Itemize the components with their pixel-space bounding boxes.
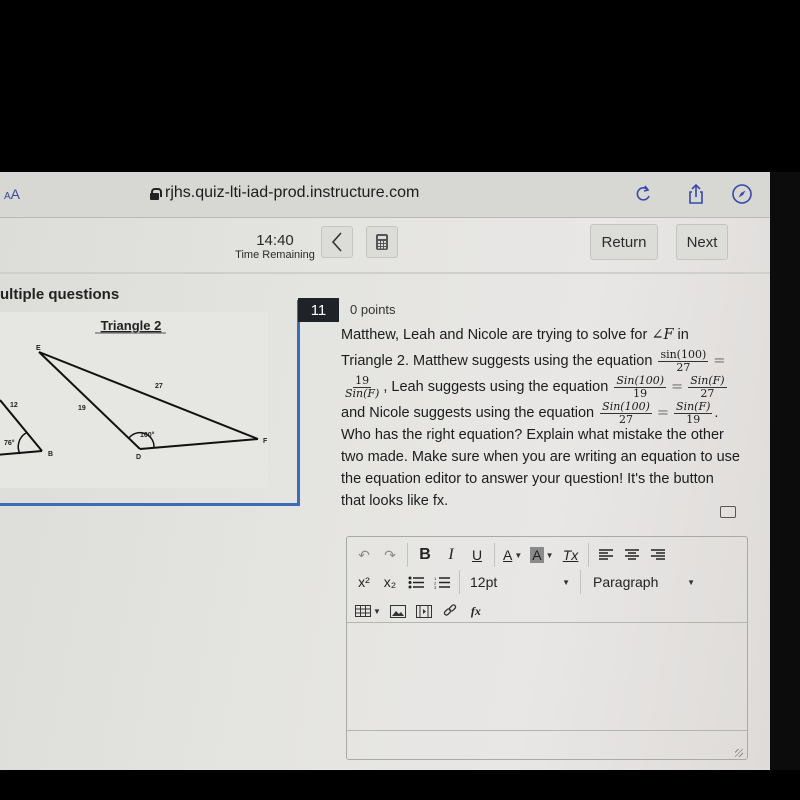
- subscript-button[interactable]: x₂: [377, 570, 403, 594]
- chevron-down-icon: ▼: [514, 550, 523, 560]
- toolbar-separator: [407, 543, 408, 567]
- calculator-button[interactable]: [366, 226, 398, 258]
- browser-bar: AAAA rjhs.quiz-lti-iad-prod.instructure.…: [0, 172, 770, 218]
- quiz-header: 14:40 Time Remaining Return Next: [0, 218, 770, 274]
- underline-button[interactable]: U: [464, 543, 490, 567]
- image-button[interactable]: [385, 599, 411, 623]
- align-right-icon: [650, 549, 665, 560]
- chevron-down-icon: ▼: [562, 577, 570, 587]
- superscript-button[interactable]: x²: [351, 570, 377, 594]
- keyboard-shortcuts-icon[interactable]: [720, 506, 736, 518]
- chevron-left-icon: [331, 232, 342, 252]
- align-left-icon: [598, 549, 613, 560]
- vertex-d-label: D: [136, 454, 141, 461]
- matthew-text: Triangle 2. Matthew suggests using the e…: [341, 353, 653, 369]
- table-icon: [355, 605, 371, 617]
- side-df: [139, 438, 259, 450]
- vertex-e-label: E: [36, 345, 41, 352]
- bullet-list-button[interactable]: [403, 570, 429, 594]
- tablet-screen: AAAA rjhs.quiz-lti-iad-prod.instructure.…: [0, 172, 770, 770]
- equation-editor-button[interactable]: fx: [463, 599, 489, 623]
- question-points: 0 points: [350, 302, 396, 317]
- question-intro: Matthew, Leah and Nicole are trying to s…: [341, 327, 648, 343]
- answer-input[interactable]: [347, 623, 747, 731]
- side-12-label: 12: [10, 402, 18, 409]
- time-remaining-label: Time Remaining: [235, 249, 315, 261]
- triangle-figure: Triangle 2 12 76° B E D F 19 27 100°: [0, 312, 268, 488]
- link-button[interactable]: [437, 599, 463, 623]
- angle-f-symbol: ∠F: [651, 327, 674, 343]
- clear-formatting-button[interactable]: Tx: [558, 543, 584, 567]
- timer: 14:40 Time Remaining: [230, 232, 320, 261]
- question-text: Matthew, Leah and Nicole are trying to s…: [341, 322, 741, 512]
- device-bezel: [770, 172, 800, 770]
- question-in: in: [673, 327, 689, 343]
- triangle1-base: [0, 450, 43, 456]
- align-left-button[interactable]: [593, 543, 619, 567]
- time-remaining-value: 14:40: [256, 232, 294, 249]
- vertex-b-label: B: [48, 451, 53, 458]
- image-icon: [389, 604, 406, 618]
- share-icon[interactable]: [684, 182, 708, 206]
- bullet-list-icon: [408, 576, 424, 588]
- matthew-eq-left: sin(100) 27: [658, 347, 709, 374]
- nicole-eq-left: Sin(100) 27: [600, 399, 652, 426]
- align-center-icon: [624, 549, 639, 560]
- lock-icon: [150, 187, 162, 200]
- next-button[interactable]: Next: [676, 224, 728, 260]
- link-icon: [443, 604, 457, 616]
- align-right-button[interactable]: [645, 543, 671, 567]
- undo-button[interactable]: ↶: [351, 543, 377, 567]
- block-format-select[interactable]: Paragraph ▼: [585, 570, 703, 594]
- background-color-button[interactable]: A ▼: [526, 543, 557, 567]
- vertex-f-label: F: [263, 438, 268, 445]
- question-number: 11: [298, 298, 339, 322]
- figure-title: Triangle 2: [101, 318, 162, 333]
- text-size-button[interactable]: AAAA: [4, 186, 20, 202]
- leah-text: , Leah suggests using the equation: [383, 379, 609, 395]
- chevron-down-icon: ▼: [687, 577, 695, 587]
- previous-button[interactable]: [321, 226, 353, 258]
- address-bar[interactable]: rjhs.quiz-lti-iad-prod.instructure.com: [150, 184, 419, 202]
- matthew-eq-right: 19 Sin(F): [345, 373, 380, 400]
- calculator-icon: [376, 234, 388, 250]
- question-closing: Who has the right equation? Explain what…: [341, 427, 740, 509]
- video-icon: [415, 604, 432, 618]
- angle-76-label: 76°: [4, 439, 15, 447]
- return-button[interactable]: Return: [590, 224, 658, 260]
- numbered-list-button[interactable]: 123: [429, 570, 455, 594]
- editor-statusbar: [347, 731, 747, 761]
- nicole-eq-right: Sin(F) 19: [674, 399, 713, 426]
- triangle-panel: Triangle 2 12 76° B E D F 19 27 100°: [0, 300, 300, 506]
- font-size-select[interactable]: 12pt ▼: [464, 570, 576, 594]
- chevron-down-icon: ▼: [545, 550, 554, 560]
- chevron-down-icon: ▼: [373, 606, 381, 616]
- nicole-text: and Nicole suggests using the equation: [341, 405, 595, 421]
- leah-eq-right: Sin(F) 27: [688, 373, 727, 400]
- url-text: rjhs.quiz-lti-iad-prod.instructure.com: [165, 184, 420, 201]
- numbered-list-icon: 123: [434, 576, 450, 589]
- leah-eq-left: Sin(100) 19: [614, 373, 667, 400]
- rich-text-editor: ↶ ↷ B I U A ▼ A ▼ Tx x² x₂ 123 12pt ▼ Pa…: [346, 536, 748, 760]
- media-button[interactable]: [411, 599, 437, 623]
- equals-sign: =: [713, 353, 726, 369]
- redo-button[interactable]: ↷: [377, 543, 403, 567]
- text-color-button[interactable]: A ▼: [499, 543, 526, 567]
- align-center-button[interactable]: [619, 543, 645, 567]
- side-ed: [38, 351, 141, 450]
- side-27-label: 27: [155, 383, 163, 390]
- bold-button[interactable]: B: [412, 543, 438, 567]
- svg-text:3: 3: [434, 585, 437, 589]
- italic-button[interactable]: I: [438, 543, 464, 567]
- angle-100-label: 100°: [140, 431, 155, 439]
- table-button[interactable]: ▼: [351, 599, 385, 623]
- reload-icon[interactable]: [632, 182, 656, 206]
- side-19-label: 19: [78, 405, 86, 412]
- compass-icon[interactable]: [730, 182, 754, 206]
- side-ef: [38, 351, 259, 440]
- editor-toolbar: ↶ ↷ B I U A ▼ A ▼ Tx x² x₂ 123 12pt ▼ Pa…: [347, 537, 747, 623]
- angle-76-arc: [17, 432, 27, 455]
- resize-handle[interactable]: [735, 749, 743, 757]
